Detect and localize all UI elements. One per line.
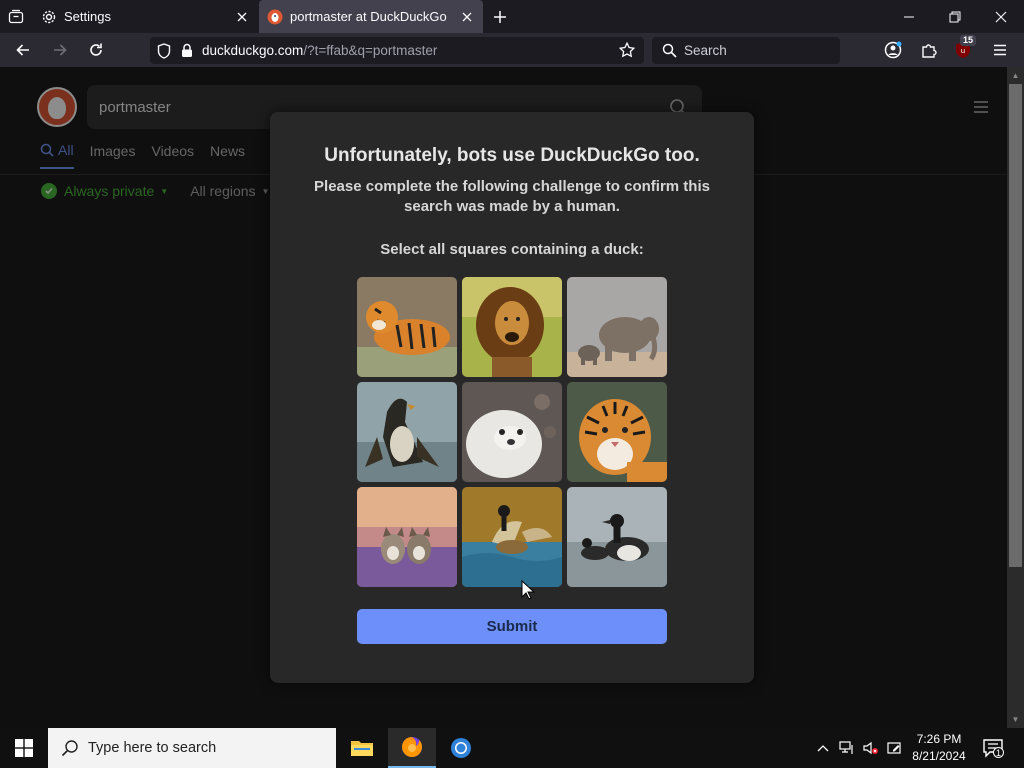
tab-list-icon[interactable] — [5, 6, 27, 28]
challenge-image-grid — [357, 277, 667, 587]
back-arrow-icon[interactable] — [12, 39, 34, 61]
bookmark-star-icon[interactable] — [618, 41, 636, 59]
challenge-tile-ducks[interactable] — [567, 487, 667, 587]
taskbar-search-box[interactable]: Type here to search — [48, 728, 336, 768]
firefox-icon[interactable] — [388, 728, 436, 768]
tab-label: portmaster at DuckDuckGo — [290, 9, 447, 24]
system-clock[interactable]: 7:26 PM 8/21/2024 — [905, 731, 973, 765]
minimize-icon[interactable] — [886, 0, 932, 33]
scrollbar-thumb[interactable] — [1009, 84, 1022, 567]
challenge-title: Unfortunately, bots use DuckDuckGo too. — [324, 145, 700, 166]
chrome-icon[interactable] — [437, 728, 485, 768]
clock-time: 7:26 PM — [916, 732, 962, 746]
url-host: duckduckgo.com — [202, 43, 304, 58]
windows-taskbar: Type here to search 7:26 PM 8/21/2024 1 — [0, 728, 1024, 768]
challenge-subtitle: Please complete the following challenge … — [314, 178, 710, 215]
challenge-tile-duck[interactable] — [462, 487, 562, 587]
navigation-toolbar: duckduckgo.com/?t=ffab&q=portmaster Sear… — [0, 33, 1024, 67]
browser-search-field[interactable]: Search — [652, 37, 840, 64]
network-icon[interactable] — [838, 739, 856, 757]
challenge-prompt: Select all squares containing a duck: — [380, 241, 644, 258]
bot-challenge-dialog: Unfortunately, bots use DuckDuckGo too. … — [270, 112, 754, 683]
chevron-up-icon[interactable] — [814, 739, 832, 757]
tracking-protection-shield-icon[interactable] — [155, 42, 173, 60]
svg-text:u: u — [961, 47, 965, 55]
clock-date: 8/21/2024 — [912, 749, 966, 763]
challenge-tile-elephants[interactable] — [567, 277, 667, 377]
challenge-tile-duck[interactable] — [357, 382, 457, 482]
close-window-icon[interactable] — [978, 0, 1024, 33]
notification-count-badge: 1 — [993, 747, 1004, 758]
challenge-tile-tiger[interactable] — [357, 277, 457, 377]
taskbar-search-placeholder: Type here to search — [88, 740, 217, 756]
challenge-tile-lion[interactable] — [462, 277, 562, 377]
restore-icon[interactable] — [932, 0, 978, 33]
tab-settings[interactable]: Settings — [32, 0, 258, 33]
challenge-tile-tiger[interactable] — [567, 382, 667, 482]
extensions-puzzle-icon[interactable] — [918, 39, 940, 61]
pen-workspace-icon[interactable] — [886, 739, 904, 757]
scroll-down-arrow-icon[interactable]: ▼ — [1009, 713, 1022, 726]
forward-arrow-icon[interactable] — [49, 39, 71, 61]
close-icon[interactable] — [234, 9, 250, 25]
hamburger-menu-icon[interactable] — [989, 39, 1011, 61]
gear-icon — [41, 9, 57, 25]
submit-button[interactable]: Submit — [357, 609, 667, 644]
url-path: /?t=ffab&q=portmaster — [303, 43, 438, 58]
duckduckgo-favicon-icon — [267, 9, 283, 25]
tab-label: Settings — [64, 9, 111, 24]
file-explorer-icon[interactable] — [338, 728, 386, 768]
challenge-tile-dogs[interactable] — [357, 487, 457, 587]
search-icon — [660, 42, 678, 60]
close-icon[interactable] — [459, 9, 475, 25]
windows-start-icon[interactable] — [0, 728, 48, 768]
lock-icon[interactable] — [178, 42, 196, 60]
challenge-tile-seal[interactable] — [462, 382, 562, 482]
new-tab-icon[interactable] — [490, 7, 510, 27]
scroll-up-arrow-icon[interactable]: ▲ — [1009, 69, 1022, 82]
extension-badge: 15 — [960, 35, 977, 46]
tab-bar: Settings portmaster at DuckDuckGo — [0, 0, 1024, 33]
address-bar[interactable]: duckduckgo.com/?t=ffab&q=portmaster — [150, 37, 644, 64]
search-placeholder: Search — [684, 43, 727, 58]
page-scrollbar[interactable]: ▲ ▼ — [1007, 67, 1024, 728]
search-icon — [60, 738, 80, 758]
reload-icon[interactable] — [85, 39, 107, 61]
volume-muted-icon[interactable] — [862, 739, 880, 757]
mouse-cursor-icon — [521, 580, 535, 600]
tab-duckduckgo[interactable]: portmaster at DuckDuckGo — [259, 0, 483, 33]
account-icon[interactable] — [882, 39, 904, 61]
